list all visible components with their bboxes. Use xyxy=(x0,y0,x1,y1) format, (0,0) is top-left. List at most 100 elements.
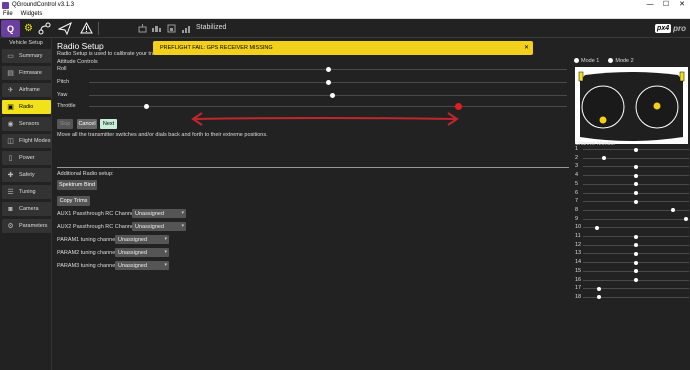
flight-mode-label[interactable]: Stabilized xyxy=(196,24,226,31)
additional-setup-heading: Additional Radio setup: xyxy=(57,171,114,177)
pitch-indicator xyxy=(325,80,331,85)
channel-number: 11 xyxy=(575,233,581,239)
sidebar-item-summary[interactable]: ▭ Summary xyxy=(2,49,51,63)
aux2-passthrough-select[interactable]: Unassigned ▾ xyxy=(132,222,186,231)
spektrum-bind-button[interactable]: Spektrum Bind xyxy=(57,180,97,190)
channel-monitor-title: Channel Monitor xyxy=(575,141,616,147)
sidebar-item-camera[interactable]: ◙ Camera xyxy=(2,202,51,216)
close-button[interactable]: ✕ xyxy=(674,0,690,10)
channel-value-indicator xyxy=(594,225,599,230)
sidebar-item-airframe[interactable]: ✈ Airframe xyxy=(2,83,51,97)
radio-button-icon xyxy=(574,58,579,64)
menu-widgets[interactable]: Widgets xyxy=(21,11,43,17)
channel-value-indicator xyxy=(634,164,638,169)
channel-number: 15 xyxy=(575,267,582,274)
sensors-icon: ◉ xyxy=(7,120,14,128)
channel-number: 4 xyxy=(575,172,579,179)
minimize-button[interactable]: — xyxy=(642,0,658,10)
maximize-button[interactable]: ☐ xyxy=(658,0,674,10)
window-title: QGroundControl v3.1.3 xyxy=(12,2,75,8)
next-button[interactable]: Next xyxy=(100,119,117,129)
throttle-label: Throttle xyxy=(57,103,76,109)
channel-value-indicator xyxy=(634,199,638,204)
channel-track xyxy=(583,157,689,159)
rc-rssi-icon[interactable] xyxy=(138,24,147,33)
aux1-passthrough-select[interactable]: Unassigned ▾ xyxy=(132,209,186,218)
mode1-label: Mode 1 xyxy=(581,58,600,64)
preflight-warning-text: PREFLIGHT FAIL: GPS RECEIVER MISSING xyxy=(160,45,273,51)
channel-track xyxy=(583,227,689,229)
param1-tuning-label: PARAM1 tuning channel: xyxy=(57,237,119,243)
channel-number: 16 xyxy=(575,276,582,283)
channel-value-indicator xyxy=(602,156,607,161)
mode2-label: Mode 2 xyxy=(615,58,634,64)
throttle-target-marker xyxy=(454,103,462,110)
sidebar-item-label: Flight Modes xyxy=(19,138,51,144)
sidebar-title: Vehicle Setup xyxy=(9,40,43,46)
mode1-option[interactable]: Mode 1 xyxy=(574,58,599,64)
signal-bars-icon[interactable] xyxy=(182,24,191,33)
skip-button[interactable]: Skip xyxy=(57,119,73,129)
sidebar-item-parameters[interactable]: ⚙ Parameters xyxy=(2,219,51,233)
sidebar-item-flight-modes[interactable]: ◫ Flight Modes xyxy=(2,134,51,148)
messages-icon[interactable] xyxy=(80,21,93,35)
mode-selector: Mode 1 Mode 2 xyxy=(574,58,634,64)
safety-icon: ✚ xyxy=(7,171,14,179)
throttle-indicator xyxy=(143,104,149,109)
sidebar-item-label: Airframe xyxy=(19,87,40,93)
param1-tuning-select[interactable]: Unassigned ▾ xyxy=(115,235,169,244)
channel-value-indicator xyxy=(671,208,676,213)
fly-view-plane-icon[interactable] xyxy=(57,21,72,36)
toolbar-divider xyxy=(98,22,99,35)
sidebar-item-label: Safety xyxy=(19,172,35,178)
sidebar-item-safety[interactable]: ✚ Safety xyxy=(2,168,51,182)
vehicle-setup-gear-icon[interactable]: ⚙ xyxy=(22,22,35,35)
parameters-icon: ⚙ xyxy=(7,222,14,230)
sidebar-item-sensors[interactable]: ◉ Sensors xyxy=(2,117,51,131)
sidebar-item-power[interactable]: ▯ Power xyxy=(2,151,51,165)
channel-value-indicator xyxy=(634,260,638,265)
tuning-icon: ☰ xyxy=(7,188,14,196)
window-titlebar: QGroundControl v3.1.3 — ☐ ✕ xyxy=(0,0,690,10)
channel-value-indicator xyxy=(634,173,638,178)
channel-value-indicator xyxy=(634,269,638,274)
channel-value-indicator xyxy=(683,217,688,222)
copy-trims-button[interactable]: Copy Trims xyxy=(57,196,90,206)
chevron-down-icon: ▾ xyxy=(181,210,184,216)
param2-tuning-select[interactable]: Unassigned ▾ xyxy=(115,248,169,257)
battery-icon[interactable] xyxy=(167,24,176,33)
sidebar-item-tuning[interactable]: ☰ Tuning xyxy=(2,185,51,199)
chevron-down-icon: ▾ xyxy=(164,249,167,255)
channel-number: 12 xyxy=(575,241,582,248)
window-controls: — ☐ ✕ xyxy=(642,0,690,10)
roll-label: Roll xyxy=(57,66,67,72)
aux2-passthrough-label: AUX2 Passthrough RC Channel: xyxy=(57,224,137,230)
right-panel: Mode 1 Mode 2 Channel Monitor 1234567891… xyxy=(572,38,690,370)
pitch-label: Pitch xyxy=(57,79,70,85)
param3-selected-value: Unassigned xyxy=(118,262,148,269)
param3-tuning-select[interactable]: Unassigned ▾ xyxy=(115,261,169,270)
sidebar-item-label: Parameters xyxy=(19,223,48,229)
sidebar-item-firmware[interactable]: ▤ Firmware xyxy=(2,66,51,80)
yaw-label: Yaw xyxy=(57,92,68,98)
param2-selected-value: Unassigned xyxy=(118,249,148,256)
channel-value-indicator xyxy=(634,251,638,256)
sidebar-item-label: Firmware xyxy=(19,70,42,76)
close-icon[interactable]: ✕ xyxy=(524,44,529,51)
channel-number: 13 xyxy=(575,250,582,257)
channel-number: 1 xyxy=(575,146,579,152)
flight-modes-icon: ◫ xyxy=(7,137,14,145)
menu-file[interactable]: File xyxy=(3,11,13,17)
mode2-option[interactable]: Mode 2 xyxy=(608,58,634,64)
section-divider xyxy=(57,167,569,168)
sidebar-item-label: Power xyxy=(19,155,35,161)
qgc-logo-icon[interactable]: Q xyxy=(1,20,20,37)
transmitter-sticks-display xyxy=(575,67,688,144)
plan-route-icon[interactable] xyxy=(38,22,51,35)
telemetry-icon[interactable] xyxy=(152,24,161,33)
summary-icon: ▭ xyxy=(7,52,14,60)
yaw-indicator xyxy=(330,93,336,98)
sidebar-item-radio[interactable]: ▣ Radio xyxy=(2,100,51,114)
cancel-button[interactable]: Cancel xyxy=(77,119,97,129)
channel-value-indicator xyxy=(634,191,638,195)
